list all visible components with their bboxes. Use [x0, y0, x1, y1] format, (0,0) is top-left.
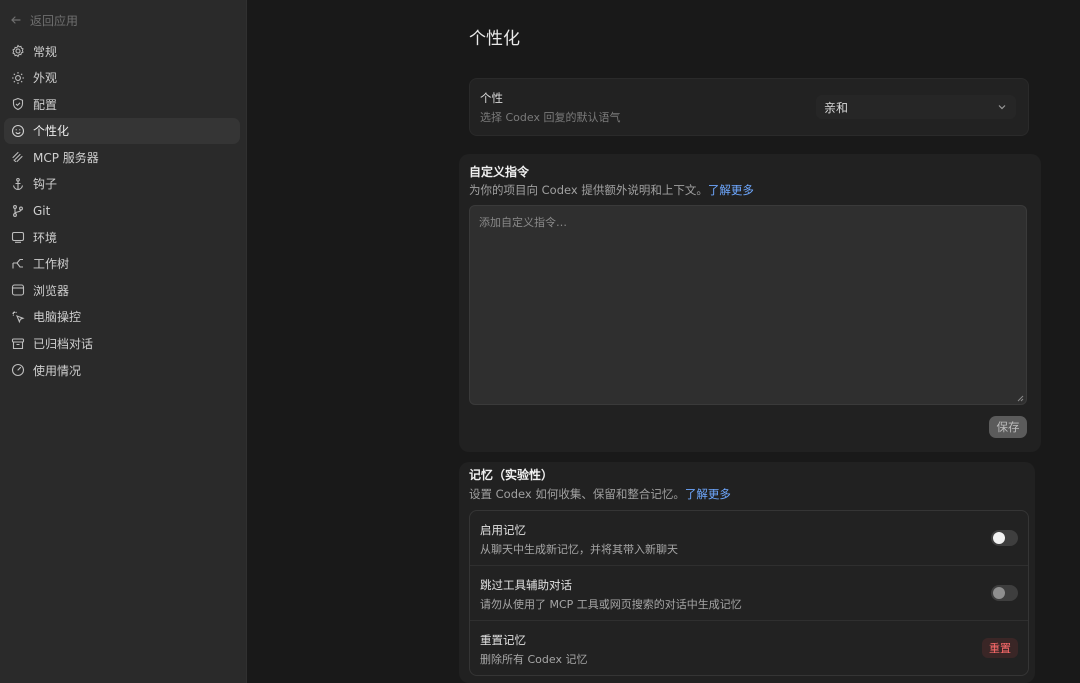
enable-memory-toggle[interactable] [991, 530, 1018, 546]
sidebar-item-hooks[interactable]: 钩子 [4, 171, 240, 197]
sidebar-item-git[interactable]: Git [4, 198, 240, 224]
sidebar-item-label: 外观 [33, 71, 58, 86]
sidebar-item-computer-control[interactable]: 电脑操控 [4, 304, 240, 330]
custom-instructions-card: 自定义指令 为你的项目向 Codex 提供额外说明和上下文。了解更多 添加自定义… [459, 154, 1041, 452]
settings-nav: 常规 外观 配置 个性化 MCP 服务器 钩子 Git 环境 工作树 浏览器 电… [4, 38, 240, 384]
personality-card: 个性 选择 Codex 回复的默认语气 亲和 [469, 78, 1029, 136]
list-item-enable-memory: 启用记忆 从聊天中生成新记忆，并将其带入新聊天 [470, 511, 1028, 565]
row-title: 跳过工具辅助对话 [480, 578, 572, 592]
sidebar-item-label: 常规 [33, 44, 58, 59]
sidebar-item-label: 环境 [33, 230, 58, 245]
back-label: 返回应用 [30, 13, 79, 28]
sidebar-item-label: 浏览器 [33, 283, 70, 298]
laptop-icon [11, 232, 25, 244]
chevron-down-icon [998, 105, 1006, 110]
sidebar-item-mcp-servers[interactable]: MCP 服务器 [4, 144, 240, 170]
skip-tool-chats-toggle[interactable] [991, 585, 1018, 601]
sidebar-item-label: 工作树 [33, 257, 70, 272]
sun-icon [12, 71, 24, 84]
arrow-left-icon [11, 16, 21, 24]
sidebar-item-label: 钩子 [33, 177, 58, 192]
sidebar-item-general[interactable]: 常规 [4, 38, 240, 64]
toggle-knob [993, 532, 1005, 544]
learn-more-link[interactable]: 了解更多 [685, 487, 731, 501]
sidebar-item-browser[interactable]: 浏览器 [4, 277, 240, 303]
sidebar-item-label: MCP 服务器 [33, 150, 99, 165]
row-description: 删除所有 Codex 记忆 [480, 653, 588, 666]
memory-title: 记忆（实验性） [469, 468, 554, 482]
row-title: 启用记忆 [480, 523, 526, 537]
custom-instructions-title: 自定义指令 [469, 165, 530, 179]
save-button[interactable]: 保存 [989, 416, 1027, 438]
list-item-skip-tool-chats: 跳过工具辅助对话 请勿从使用了 MCP 工具或网页搜索的对话中生成记忆 [470, 565, 1028, 620]
shield-icon [12, 98, 24, 111]
sidebar-item-environment[interactable]: 环境 [4, 224, 240, 250]
list-item-reset-memory: 重置记忆 删除所有 Codex 记忆 重置 [470, 620, 1028, 675]
memory-description: 设置 Codex 如何收集、保留和整合记忆。了解更多 [469, 487, 731, 501]
sidebar-item-archived-chats[interactable]: 已归档对话 [4, 331, 240, 357]
back-to-app-link[interactable]: 返回应用 [10, 10, 78, 30]
gear-icon [12, 44, 24, 58]
row-title: 重置记忆 [480, 633, 526, 647]
sidebar-item-label: 个性化 [33, 124, 70, 139]
row-description: 从聊天中生成新记忆，并将其带入新聊天 [480, 543, 678, 556]
memory-settings-list: 启用记忆 从聊天中生成新记忆，并将其带入新聊天 跳过工具辅助对话 请勿从使用了 … [469, 510, 1029, 676]
personality-selected-value: 亲和 [824, 100, 849, 115]
sidebar-item-config[interactable]: 配置 [4, 91, 240, 117]
row-description: 请勿从使用了 MCP 工具或网页搜索的对话中生成记忆 [480, 598, 742, 611]
memory-card: 记忆（实验性） 设置 Codex 如何收集、保留和整合记忆。了解更多 启用记忆 … [459, 462, 1035, 683]
sidebar-item-worktrees[interactable]: 工作树 [4, 251, 240, 277]
gauge-icon [11, 364, 25, 377]
reset-memory-button[interactable]: 重置 [982, 638, 1018, 658]
resize-handle-icon[interactable] [1016, 394, 1024, 402]
sidebar-item-appearance[interactable]: 外观 [4, 65, 240, 91]
archive-icon [11, 337, 25, 349]
sidebar-item-label: 使用情况 [33, 363, 82, 378]
page-title: 个性化 [469, 29, 520, 49]
custom-instructions-description: 为你的项目向 Codex 提供额外说明和上下文。了解更多 [469, 183, 754, 197]
sidebar-item-label: 电脑操控 [33, 310, 82, 325]
toggle-knob [993, 587, 1005, 599]
plug-icon [12, 152, 23, 163]
settings-sidebar: 返回应用 常规 外观 配置 个性化 MCP 服务器 钩子 Git 环境 工作树 … [0, 0, 247, 683]
sidebar-item-personalization[interactable]: 个性化 [4, 117, 240, 144]
tree-icon [12, 258, 23, 269]
sidebar-item-usage[interactable]: 使用情况 [4, 357, 240, 383]
custom-instructions-placeholder: 添加自定义指令… [479, 216, 567, 229]
personality-select[interactable]: 亲和 [816, 95, 1016, 119]
face-icon [11, 124, 25, 137]
pointer-icon [12, 311, 25, 324]
personality-description: 选择 Codex 回复的默认语气 [480, 111, 621, 124]
sidebar-item-label: 已归档对话 [33, 337, 94, 352]
custom-instructions-input[interactable]: 添加自定义指令… [469, 205, 1027, 405]
anchor-icon [12, 177, 24, 191]
git-branch-icon [13, 204, 23, 217]
browser-icon [11, 284, 25, 296]
sidebar-item-label: Git [33, 203, 51, 218]
personality-label: 个性 [480, 91, 503, 105]
sidebar-item-label: 配置 [33, 97, 58, 112]
learn-more-link[interactable]: 了解更多 [708, 183, 754, 197]
settings-content: 个性化 个性 选择 Codex 回复的默认语气 亲和 自定义指令 为你的项目向 … [247, 0, 1080, 683]
